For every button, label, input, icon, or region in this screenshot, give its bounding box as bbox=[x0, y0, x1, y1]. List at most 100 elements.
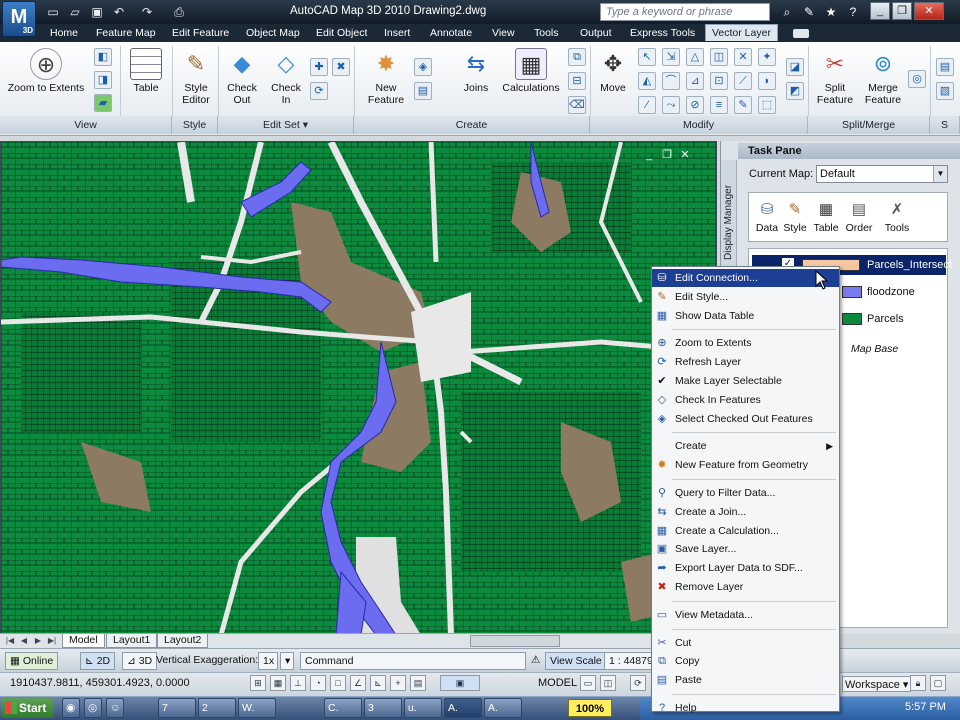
save-icon[interactable]: ▣ bbox=[88, 3, 106, 21]
viewport-restore-icon[interactable]: ❐ bbox=[660, 148, 674, 162]
panel-create[interactable]: Create bbox=[354, 116, 590, 134]
view-2d-button[interactable]: ⊾ 2D bbox=[80, 652, 116, 670]
tab-layout1[interactable]: Layout1 bbox=[106, 634, 158, 648]
menu-item-remove-layer[interactable]: ✖ Remove Layer bbox=[652, 578, 839, 596]
tab-display-manager[interactable]: Display Manager bbox=[723, 170, 735, 260]
modify-icon-16[interactable]: ≡ bbox=[710, 96, 728, 114]
tools-button[interactable]: ✗ Tools bbox=[880, 200, 914, 234]
layer-icon[interactable]: ◧ bbox=[94, 48, 112, 66]
modify-icon-3[interactable]: △ bbox=[686, 48, 704, 66]
binoculars-icon[interactable]: ⌕ bbox=[778, 3, 796, 21]
menu-item-edit-style[interactable]: ✎ Edit Style... bbox=[652, 288, 839, 306]
taskbar-item-6[interactable]: u. bbox=[404, 698, 442, 718]
panel-split-merge[interactable]: Split/Merge bbox=[808, 116, 930, 134]
tab-output[interactable]: Output bbox=[574, 25, 618, 42]
modify-icon-20[interactable]: ◩ bbox=[786, 82, 804, 100]
chevron-down-icon[interactable]: ▾ bbox=[280, 652, 294, 670]
menu-item-paste[interactable]: ▤ Paste bbox=[652, 671, 839, 689]
grid-icon[interactable]: ▦ bbox=[270, 675, 286, 691]
tab-home[interactable]: Home bbox=[44, 25, 84, 42]
edit-set-add-icon[interactable]: ✚ bbox=[310, 58, 328, 76]
split-merge-option-icon[interactable]: ◎ bbox=[908, 70, 926, 88]
tab-express-tools[interactable]: Express Tools bbox=[624, 25, 701, 42]
menu-item-cut[interactable]: ✂ Cut bbox=[652, 634, 839, 652]
tab-edit-object[interactable]: Edit Object bbox=[310, 25, 373, 42]
quicklaunch-icon-1[interactable]: ◉ bbox=[62, 698, 80, 718]
menu-item-query-to-filter-data[interactable]: ⚲ Query to Filter Data... bbox=[652, 484, 839, 502]
edit-set-remove-icon[interactable]: ✖ bbox=[332, 58, 350, 76]
style-editor-button[interactable]: ✎ Style Editor bbox=[176, 48, 216, 106]
modify-icon-13[interactable]: ⁄ bbox=[638, 96, 656, 114]
first-tab-icon[interactable]: |◀ bbox=[4, 634, 16, 647]
check-out-button[interactable]: ◆ Check Out bbox=[222, 48, 262, 106]
snap-icon[interactable]: ⊞ bbox=[250, 675, 266, 691]
tab-edit-feature[interactable]: Edit Feature bbox=[166, 25, 235, 42]
open-icon[interactable]: ▱ bbox=[66, 3, 84, 21]
horizontal-scrollbar[interactable] bbox=[470, 635, 560, 647]
new-feature-button[interactable]: ✸ New Feature bbox=[364, 48, 408, 106]
menu-item-show-data-table[interactable]: ▦ Show Data Table bbox=[652, 307, 839, 325]
status-icon-3[interactable]: ⟳ bbox=[630, 675, 646, 691]
panel-s[interactable]: S bbox=[930, 116, 960, 134]
modify-icon-8[interactable]: ⌒ bbox=[662, 72, 680, 90]
create-small-icon[interactable]: ◈ bbox=[414, 58, 432, 76]
quicklaunch-icon-3[interactable]: ☺ bbox=[106, 698, 124, 718]
menu-item-export-layer-data-to-sdf[interactable]: ➦ Export Layer Data to SDF... bbox=[652, 559, 839, 577]
maximize-button[interactable]: ❐ bbox=[892, 2, 912, 20]
menu-item-create[interactable]: Create ▶ bbox=[652, 437, 839, 455]
menu-item-copy[interactable]: ⧉ Copy bbox=[652, 652, 839, 670]
check-in-button[interactable]: ◇ Check In bbox=[266, 48, 306, 106]
modify-icon-10[interactable]: ⊡ bbox=[710, 72, 728, 90]
tab-annotate[interactable]: Annotate bbox=[424, 25, 478, 42]
minimize-button[interactable]: _ bbox=[870, 2, 890, 20]
zoom-percent-badge[interactable]: 100% bbox=[568, 699, 612, 717]
model-paper-icon[interactable]: ▣ bbox=[440, 675, 480, 691]
application-menu-button[interactable]: M 3D bbox=[2, 1, 36, 37]
menu-item-check-in-features[interactable]: ◇ Check In Features bbox=[652, 391, 839, 409]
status-icon-1[interactable]: ▭ bbox=[580, 675, 596, 691]
move-button[interactable]: ✥ Move bbox=[594, 48, 632, 94]
tab-feature-map[interactable]: Feature Map bbox=[90, 25, 162, 42]
modify-icon-19[interactable]: ◪ bbox=[786, 58, 804, 76]
menu-item-new-feature-from-geometry[interactable]: ✸ New Feature from Geometry bbox=[652, 456, 839, 474]
print-icon[interactable]: ⎙ bbox=[170, 3, 188, 21]
last-tab-icon[interactable]: ▶| bbox=[46, 634, 58, 647]
undo-icon[interactable]: ↶ bbox=[110, 3, 128, 21]
panel-edit-set[interactable]: Edit Set ▾ bbox=[218, 116, 354, 134]
menu-item-view-metadata[interactable]: ▭ View Metadata... bbox=[652, 606, 839, 624]
taskbar-item-8[interactable]: A. bbox=[484, 698, 522, 718]
osnap-icon[interactable]: □ bbox=[330, 675, 346, 691]
model-space-label[interactable]: MODEL bbox=[538, 677, 577, 689]
taskbar-item-4[interactable]: C. bbox=[324, 698, 362, 718]
align-icon[interactable]: ⊟ bbox=[568, 72, 586, 90]
modify-icon-2[interactable]: ⇲ bbox=[662, 48, 680, 66]
tab-view[interactable]: View bbox=[486, 25, 521, 42]
favorites-icon[interactable]: ★ bbox=[822, 3, 840, 21]
viewport-minimize-icon[interactable]: _ bbox=[642, 148, 656, 162]
edit-set-refresh-icon[interactable]: ⟳ bbox=[310, 82, 328, 100]
workspace-switcher[interactable]: Workspace ▾ bbox=[842, 676, 912, 692]
redo-icon[interactable]: ↷ bbox=[138, 3, 156, 21]
panel-style[interactable]: Style bbox=[172, 116, 218, 134]
tab-object-map[interactable]: Object Map bbox=[240, 25, 306, 42]
lock-icon[interactable]: 🔒︎ bbox=[910, 675, 926, 691]
style-button[interactable]: ✎ Style bbox=[778, 200, 812, 234]
search-input[interactable]: Type a keyword or phrase bbox=[600, 3, 770, 21]
next-tab-icon[interactable]: ▶ bbox=[32, 634, 44, 647]
tab-tools[interactable]: Tools bbox=[528, 25, 565, 42]
tab-minimize-toggle[interactable] bbox=[793, 29, 809, 38]
zoom-extents-button[interactable]: ⊕ Zoom to Extents bbox=[6, 48, 86, 94]
menu-item-help[interactable]: ? Help bbox=[652, 699, 839, 717]
taskbar-item-1[interactable]: 7 bbox=[158, 698, 196, 718]
menu-item-make-layer-selectable[interactable]: ✔ Make Layer Selectable bbox=[652, 372, 839, 390]
extra-icon-1[interactable]: ▤ bbox=[936, 58, 954, 76]
modify-icon-9[interactable]: ⊿ bbox=[686, 72, 704, 90]
menu-item-save-layer[interactable]: ▣ Save Layer... bbox=[652, 540, 839, 558]
status-icon-2[interactable]: ◫ bbox=[600, 675, 616, 691]
order-button[interactable]: ▤ Order bbox=[842, 200, 876, 234]
panel-modify[interactable]: Modify bbox=[590, 116, 808, 134]
menu-item-refresh-layer[interactable]: ⟳ Refresh Layer bbox=[652, 353, 839, 371]
copy-icon[interactable]: ⧉ bbox=[568, 48, 586, 66]
layer-fill-icon[interactable]: ▰ bbox=[94, 94, 112, 112]
modify-icon-5[interactable]: ✕ bbox=[734, 48, 752, 66]
